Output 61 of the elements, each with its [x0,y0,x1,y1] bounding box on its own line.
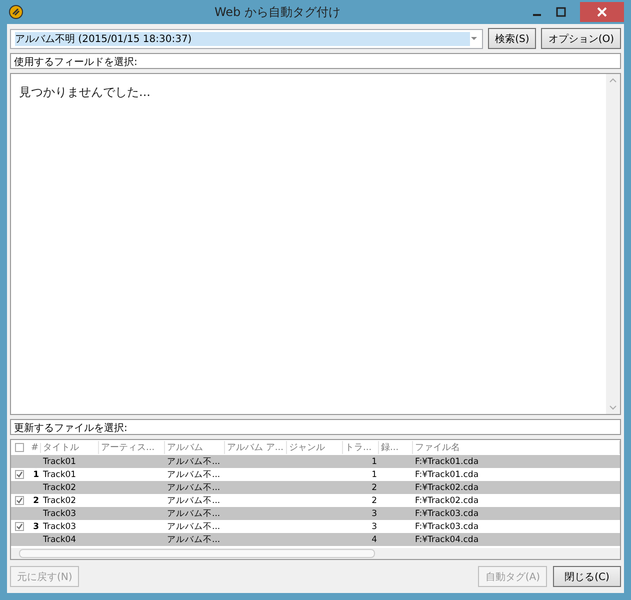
horizontal-scrollbar[interactable] [11,548,620,559]
column-header[interactable]: アルバム [165,441,225,454]
search-combo[interactable]: アルバム不明 (2015/01/15 18:30:37) [10,28,484,48]
table-cell-text: アルバム不... [166,468,222,480]
checkbox[interactable] [15,470,24,479]
not-found-message: 見つかりませんでした... [18,84,152,101]
column-header[interactable]: アルバム ア... [225,441,287,454]
column-header[interactable]: タイトル [41,441,99,454]
table-cell-text: F:¥Track02.cda [414,496,480,506]
table-cell-text: アルバム不... [166,520,222,532]
table-cell-text: Track04 [42,534,78,544]
checkbox[interactable] [15,522,24,531]
column-header[interactable]: 録... [379,441,413,454]
table-cell-text: F:¥Track01.cda [414,470,480,480]
options-button[interactable]: オプション(O) [541,28,621,49]
table-cell-text: 1 [370,456,378,466]
table-cell-text: Track03 [42,508,78,518]
dropdown-arrow-icon[interactable] [470,36,478,41]
table-cell-text: 4 [370,534,378,544]
files-label: 更新するファイルを選択: [10,419,621,435]
table-row[interactable]: Track01 アルバム不... 1 F:¥Track01.cda [11,455,620,468]
table-cell-text: F:¥Track04.cda [414,534,480,544]
table-cell-text: 2 [370,496,378,506]
close-button[interactable]: 閉じる(C) [553,566,621,587]
table-row[interactable]: Track03 アルバム不... 3 F:¥Track03.cda [11,507,620,520]
table-cell-text: 3 [370,508,378,518]
column-header[interactable]: # [29,442,41,452]
checkbox[interactable] [15,496,24,505]
checkbox[interactable] [15,443,24,452]
table-cell-text: Track02 [42,482,78,492]
window-title: Web から自動タグ付け [214,4,342,20]
table-cell-text: Track02 [42,496,78,506]
table-cell-text: 1 [370,470,378,480]
table-cell-text: F:¥Track03.cda [414,508,480,518]
table-cell-text: 2 [32,496,40,506]
table-cell-text: F:¥Track01.cda [414,456,480,466]
app-icon [9,5,23,19]
table-cell-text: F:¥Track03.cda [414,522,480,532]
close-icon[interactable] [580,2,624,22]
table-cell-text: アルバム不... [166,508,222,520]
column-header[interactable]: トラ... [343,441,379,454]
table-cell-text: Track03 [42,522,78,532]
table-cell-text: 2 [370,482,378,492]
column-header[interactable]: アーティス... [99,441,165,454]
table-cell-text: アルバム不... [166,482,222,494]
table-row[interactable]: Track04 アルバム不... 4 F:¥Track04.cda [11,533,620,546]
table-cell-text: アルバム不... [166,534,222,546]
table-cell-text: アルバム不... [166,494,222,506]
table-cell-text: 3 [32,522,40,532]
maximize-icon[interactable] [556,7,566,17]
table-cell-text: アルバム不... [166,456,222,468]
column-header[interactable]: ジャンル [287,441,343,454]
table-cell-text: 1 [32,470,40,480]
fields-label: 使用するフィールドを選択: [10,53,621,69]
table-cell-text: Track01 [42,456,78,466]
column-header[interactable]: ファイル名 [413,441,620,454]
table-cell-text: F:¥Track02.cda [414,482,480,492]
table-cell-text: Track01 [42,470,78,480]
search-button[interactable]: 検索(S) [488,28,536,49]
table-cell-text: 3 [370,522,378,532]
table-row[interactable]: Track02 アルバム不... 2 F:¥Track02.cda [11,481,620,494]
